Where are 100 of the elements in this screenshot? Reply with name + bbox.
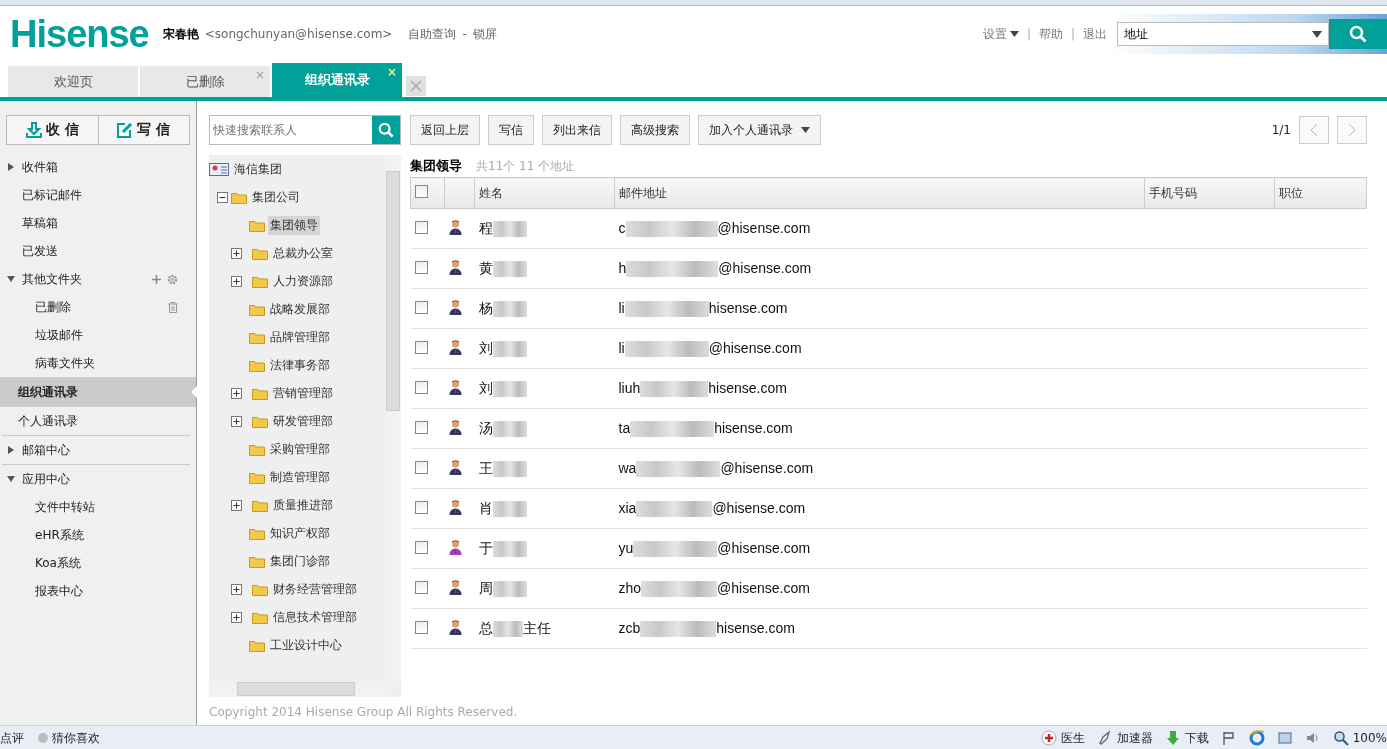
row-checkbox[interactable] xyxy=(414,620,428,634)
search-icon[interactable] xyxy=(378,122,394,138)
tree-node[interactable]: 集团门诊部 xyxy=(268,551,332,571)
header-link[interactable]: 自助查询 xyxy=(408,25,457,43)
trash-icon[interactable] xyxy=(168,301,178,313)
tree-node[interactable]: 研发管理部 xyxy=(271,411,335,431)
contact-search-field[interactable]: 快速搜索联系人 xyxy=(209,115,401,145)
folder-item[interactable]: 已标记邮件 xyxy=(22,186,82,204)
chevron-left-icon[interactable] xyxy=(1310,123,1318,137)
flag-icon[interactable] xyxy=(1220,730,1237,746)
edit-icon[interactable] xyxy=(117,122,134,138)
settings-menu[interactable]: 设置 xyxy=(982,25,1019,43)
header-link[interactable]: - xyxy=(462,27,467,41)
caret-icon[interactable] xyxy=(1009,31,1019,37)
folder-group[interactable]: 应用中心 xyxy=(22,470,70,488)
chevron-right-icon[interactable] xyxy=(1348,123,1356,137)
download-icon[interactable] xyxy=(25,122,42,138)
search-button[interactable] xyxy=(1329,19,1387,49)
tree-node[interactable]: 品牌管理部 xyxy=(268,327,332,347)
status-label[interactable]: 加速器 xyxy=(1116,729,1153,747)
collapsed-arrow-icon[interactable] xyxy=(6,446,16,454)
status-label[interactable]: 医生 xyxy=(1060,729,1085,747)
window-icon[interactable] xyxy=(1276,730,1293,746)
folder-item[interactable]: 文件中转站 xyxy=(35,498,95,516)
folder-item[interactable]: 草稿箱 xyxy=(22,214,58,232)
search-scope-dropdown[interactable]: 地址 xyxy=(1117,22,1329,46)
search-icon[interactable] xyxy=(1349,25,1367,43)
tree-node[interactable]: 集团公司 xyxy=(250,187,302,207)
tree-node[interactable]: 海信集团 xyxy=(232,159,284,179)
tree-node[interactable]: 集团领导 xyxy=(268,215,320,235)
folder-group[interactable]: 收件箱 xyxy=(22,158,58,176)
tab[interactable]: 欢迎页 xyxy=(8,66,138,97)
tree-node[interactable]: 采购管理部 xyxy=(268,439,332,459)
column-header[interactable]: 邮件地址 xyxy=(614,177,1145,209)
header-link[interactable]: 帮助 xyxy=(1038,25,1063,43)
nav-item[interactable]: 组织通讯录 xyxy=(0,377,196,406)
column-header[interactable]: 职位 xyxy=(1274,177,1367,209)
folder-item[interactable]: 病毒文件夹 xyxy=(35,354,95,372)
tree-node[interactable]: 信息技术管理部 xyxy=(271,607,359,627)
row-checkbox[interactable] xyxy=(414,420,428,434)
toolbar-button[interactable]: 列出来信 xyxy=(542,115,612,145)
row-checkbox[interactable] xyxy=(414,260,428,274)
tree-node[interactable]: 知识产权部 xyxy=(268,523,332,543)
expand-icon[interactable] xyxy=(231,415,242,427)
folder-item[interactable]: 垃圾邮件 xyxy=(35,326,83,344)
column-header[interactable]: 姓名 xyxy=(474,177,615,209)
dropdown-button[interactable]: 加入个人通讯录 xyxy=(698,115,821,145)
header-link[interactable]: 锁屏 xyxy=(472,25,497,43)
expand-icon[interactable] xyxy=(231,275,242,287)
expand-icon[interactable] xyxy=(231,387,242,399)
row-checkbox[interactable] xyxy=(414,300,428,314)
toolbar-button[interactable]: 高级搜索 xyxy=(620,115,690,145)
expand-icon[interactable] xyxy=(231,583,242,595)
header-link[interactable]: 退出 xyxy=(1083,25,1107,43)
search-button[interactable] xyxy=(372,116,400,144)
row-checkbox[interactable] xyxy=(414,540,428,554)
collapse-icon[interactable] xyxy=(217,191,228,203)
folder-group[interactable]: 邮箱中心 xyxy=(22,441,70,459)
caret-icon[interactable] xyxy=(801,127,810,133)
search-icon[interactable] xyxy=(1332,730,1349,746)
tree-node[interactable]: 人力资源部 xyxy=(271,271,335,291)
folder-item[interactable]: eHR系统 xyxy=(35,526,84,544)
tree-node[interactable]: 战略发展部 xyxy=(268,299,332,319)
folder-item[interactable]: 已发送 xyxy=(22,242,58,260)
caret-icon[interactable] xyxy=(1312,30,1322,38)
tree-node[interactable]: 总裁办公室 xyxy=(271,243,335,263)
expanded-arrow-icon[interactable] xyxy=(6,275,16,283)
medical-cross-icon[interactable] xyxy=(1040,730,1057,746)
folder-group[interactable]: 其他文件夹 xyxy=(22,270,82,288)
folder-item[interactable]: 已删除 xyxy=(35,298,71,316)
row-checkbox[interactable] xyxy=(414,380,428,394)
nav-item[interactable]: 个人通讯录 xyxy=(0,406,196,435)
collapsed-arrow-icon[interactable] xyxy=(6,163,16,171)
status-label[interactable]: 100% xyxy=(1352,731,1387,745)
status-link[interactable]: 猜你喜欢 xyxy=(52,729,100,747)
speaker-icon[interactable] xyxy=(1304,730,1321,746)
tree-node[interactable]: 财务经营管理部 xyxy=(271,579,359,599)
row-checkbox[interactable] xyxy=(414,220,428,234)
expanded-arrow-icon[interactable] xyxy=(6,475,16,483)
tree-node[interactable]: 工业设计中心 xyxy=(268,635,344,655)
tree-node[interactable]: 质量推进部 xyxy=(271,495,335,515)
row-checkbox[interactable] xyxy=(414,340,428,354)
tree-node[interactable]: 制造管理部 xyxy=(268,467,332,487)
expand-icon[interactable] xyxy=(231,611,242,623)
column-header[interactable]: 手机号码 xyxy=(1144,177,1275,209)
tab[interactable]: 已删除 × xyxy=(140,66,270,97)
folder-item[interactable]: Koa系统 xyxy=(35,554,81,572)
folder-item[interactable]: 报表中心 xyxy=(35,582,83,600)
status-link[interactable]: 点评 xyxy=(0,729,24,747)
expand-icon[interactable] xyxy=(231,247,242,259)
toolbar-button[interactable]: 写信 xyxy=(488,115,534,145)
row-checkbox[interactable] xyxy=(414,460,428,474)
expand-icon[interactable] xyxy=(231,499,242,511)
globe-icon[interactable] xyxy=(1248,730,1265,746)
row-checkbox[interactable] xyxy=(414,500,428,514)
tree-node[interactable]: 法律事务部 xyxy=(268,355,332,375)
toolbar-button[interactable]: 返回上层 xyxy=(410,115,480,145)
select-all-checkbox[interactable] xyxy=(415,185,428,198)
tree-node[interactable]: 营销管理部 xyxy=(271,383,335,403)
row-checkbox[interactable] xyxy=(414,580,428,594)
